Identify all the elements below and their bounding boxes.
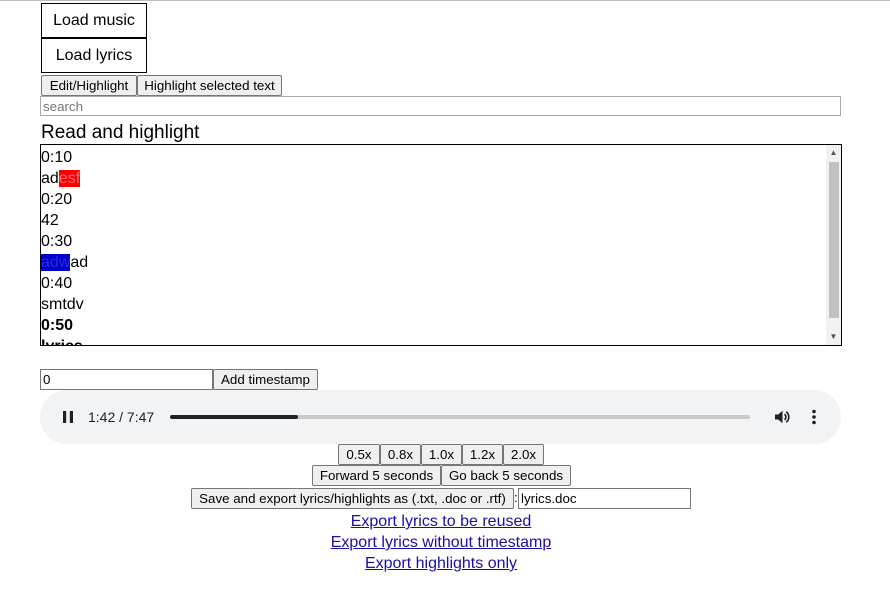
lyrics-line: 0:50 (41, 317, 74, 334)
lyrics-line: lyrics (41, 336, 88, 345)
volume-icon[interactable] (773, 408, 791, 426)
highlight-selected-button[interactable]: Highlight selected text (137, 75, 282, 96)
lyrics-text: ad (70, 254, 89, 271)
forward-5-button[interactable]: Forward 5 seconds (312, 465, 441, 486)
speed-button[interactable]: 0.5x (338, 444, 380, 465)
edit-highlight-button[interactable]: Edit/Highlight (41, 75, 137, 96)
pause-icon[interactable] (60, 409, 76, 425)
lyrics-line: 0:40 (41, 275, 73, 292)
lyrics-line: 0:30 (41, 233, 73, 250)
speed-button[interactable]: 1.2x (462, 444, 503, 465)
add-timestamp-button[interactable]: Add timestamp (213, 369, 318, 390)
speed-button[interactable]: 1.0x (421, 444, 462, 465)
lyrics-line: adesf (41, 168, 88, 189)
audio-player: 1:42 / 7:47 (40, 390, 841, 444)
lyrics-line: smtdv (41, 296, 84, 313)
export-reuse-link[interactable]: Export lyrics to be reused (351, 513, 532, 530)
search-input[interactable] (40, 96, 841, 116)
lyrics-content: 0:10adesf0:20420:30adwad0:40smtdv0:50lyr… (41, 147, 88, 345)
lyrics-line: adwad (41, 252, 88, 273)
scroll-thumb[interactable] (829, 162, 839, 318)
filename-input[interactable] (518, 488, 691, 509)
lyrics-text: ad (41, 170, 59, 187)
lyrics-editor[interactable]: 0:10adesf0:20420:30adwad0:40smtdv0:50lyr… (40, 144, 842, 346)
scroll-up-icon[interactable]: ▲ (826, 146, 841, 160)
more-vert-icon[interactable] (810, 408, 818, 426)
lyrics-line: 0:20 (41, 191, 73, 208)
load-music-button[interactable]: Load music (41, 3, 147, 38)
speed-button[interactable]: 0.8x (380, 444, 421, 465)
section-title: Read and highlight (41, 122, 200, 143)
scroll-down-icon[interactable]: ▼ (826, 330, 841, 344)
highlighted-text: adw (41, 254, 71, 271)
playback-time: 1:42 / 7:47 (88, 409, 155, 425)
export-highlights-link[interactable]: Export highlights only (365, 555, 517, 572)
progress-bar[interactable] (170, 415, 750, 419)
load-lyrics-button[interactable]: Load lyrics (41, 38, 147, 73)
timestamp-input[interactable] (40, 369, 213, 390)
lyrics-line: 42 (41, 212, 59, 229)
lyrics-scrollbar[interactable]: ▲ ▼ (826, 145, 841, 345)
back-5-button[interactable]: Go back 5 seconds (441, 465, 571, 486)
highlighted-text: esf (58, 170, 81, 187)
progress-fill (170, 415, 298, 419)
lyrics-line: 0:10 (41, 149, 73, 166)
export-no-timestamp-link[interactable]: Export lyrics without timestamp (331, 534, 552, 551)
save-export-button[interactable]: Save and export lyrics/highlights as (.t… (191, 488, 514, 509)
speed-button[interactable]: 2.0x (503, 444, 544, 465)
